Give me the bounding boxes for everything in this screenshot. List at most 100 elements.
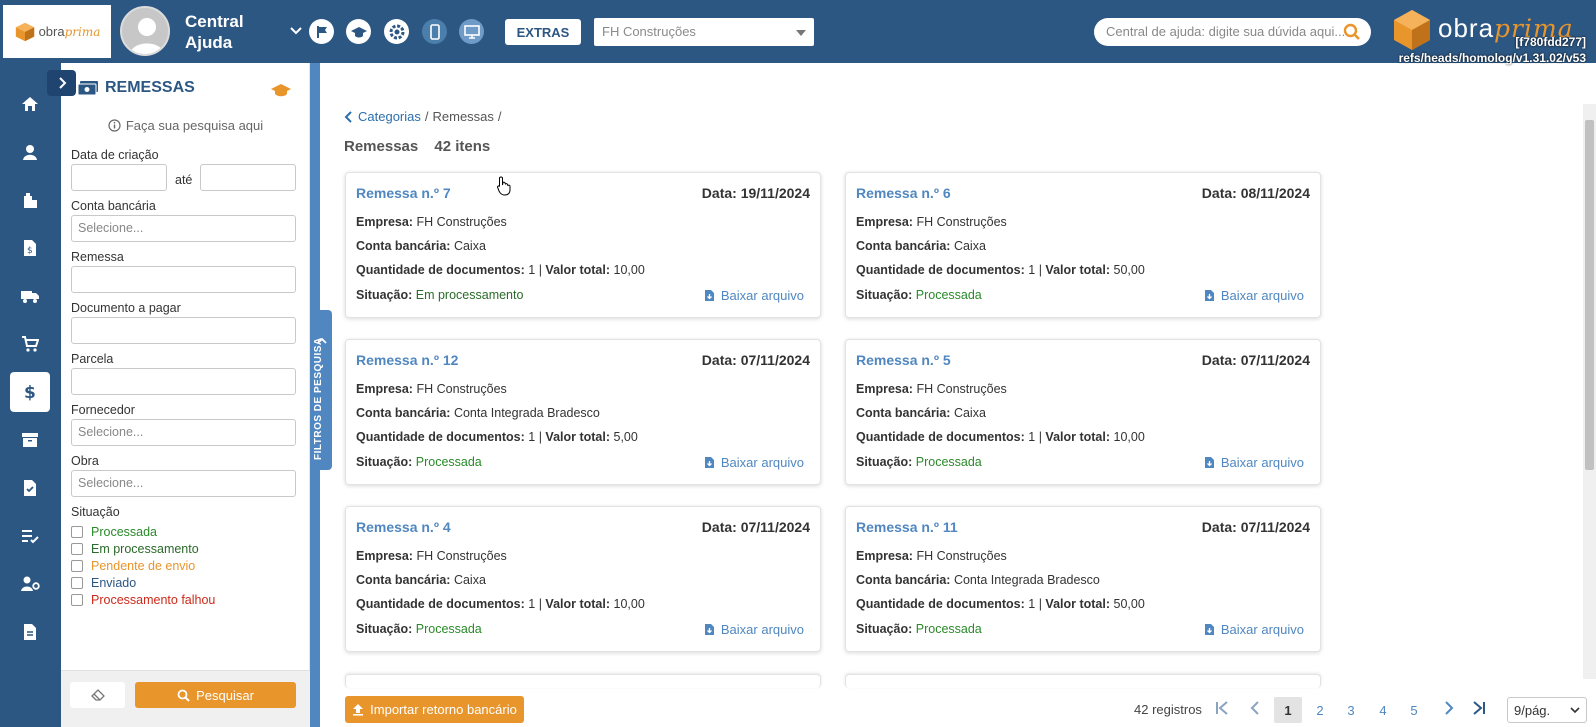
help-search-input[interactable]: Central de ajuda: digite sua dúvida aqui… bbox=[1094, 18, 1371, 46]
nav-home[interactable] bbox=[10, 84, 50, 124]
checkbox[interactable] bbox=[71, 577, 83, 589]
nav-approvals[interactable] bbox=[10, 468, 50, 508]
supplier-select[interactable]: Selecione... bbox=[71, 419, 296, 446]
training-button[interactable] bbox=[346, 19, 371, 44]
breadcrumb-categorias[interactable]: Categorias bbox=[358, 109, 421, 124]
chevron-down-icon[interactable] bbox=[289, 24, 303, 38]
remessa-title[interactable]: Remessa n.º 6 bbox=[856, 185, 951, 201]
page-4[interactable]: 4 bbox=[1369, 697, 1397, 723]
nav-archive[interactable] bbox=[10, 420, 50, 460]
situacao-label: Situação: bbox=[856, 288, 913, 302]
separator: | bbox=[538, 263, 542, 277]
status-checkbox-enviado[interactable]: Enviado bbox=[71, 576, 136, 590]
next-page-icon[interactable] bbox=[1443, 700, 1455, 716]
download-file-button[interactable]: Baixar arquivo bbox=[704, 288, 804, 303]
nav-financial[interactable]: $ bbox=[10, 372, 50, 412]
download-file-button[interactable]: Baixar arquivo bbox=[1204, 288, 1304, 303]
expand-nav-button[interactable] bbox=[47, 70, 76, 96]
per-page-select[interactable]: 9/pág. bbox=[1507, 697, 1587, 723]
download-file-button[interactable]: Baixar arquivo bbox=[704, 455, 804, 470]
empresa-value: FH Construções bbox=[416, 215, 507, 229]
search-icon[interactable] bbox=[1343, 23, 1361, 41]
obra-select[interactable]: Selecione... bbox=[71, 470, 296, 497]
remessa-card[interactable]: Remessa n.º 5 Data: 07/11/2024 Empresa: … bbox=[845, 339, 1321, 485]
remessa-card[interactable]: Remessa n.º 7 Data: 19/11/2024 Empresa: … bbox=[345, 172, 821, 318]
remessa-card[interactable] bbox=[345, 674, 821, 688]
avatar[interactable] bbox=[120, 6, 170, 56]
clear-filters-button[interactable] bbox=[70, 682, 125, 708]
desktop-button[interactable] bbox=[459, 19, 484, 44]
checkbox[interactable] bbox=[71, 594, 83, 606]
remessa-card[interactable]: Remessa n.º 12 Data: 07/11/2024 Empresa:… bbox=[345, 339, 821, 485]
situacao-label: Situação: bbox=[356, 288, 413, 302]
company-select[interactable]: FH Construções bbox=[594, 18, 814, 46]
checkbox[interactable] bbox=[71, 560, 83, 572]
app-logo[interactable]: obraprima bbox=[3, 5, 111, 58]
chevron-left-icon[interactable] bbox=[344, 110, 354, 123]
remessa-card[interactable]: Remessa n.º 11 Data: 07/11/2024 Empresa:… bbox=[845, 506, 1321, 652]
nav-reports[interactable] bbox=[10, 612, 50, 652]
status-badge: Processada bbox=[915, 622, 982, 636]
flag-button[interactable] bbox=[309, 19, 334, 44]
last-page-icon[interactable] bbox=[1470, 700, 1486, 716]
date-to-input[interactable] bbox=[200, 164, 296, 191]
page-5[interactable]: 5 bbox=[1400, 697, 1428, 723]
remessa-title[interactable]: Remessa n.º 5 bbox=[856, 352, 951, 368]
remessa-title[interactable]: Remessa n.º 11 bbox=[856, 519, 958, 535]
prev-page-icon[interactable] bbox=[1249, 700, 1261, 716]
extras-button[interactable]: EXTRAS bbox=[505, 19, 581, 45]
remessa-card[interactable] bbox=[845, 674, 1321, 688]
valor-value: 50,00 bbox=[1113, 597, 1145, 611]
mobile-button[interactable] bbox=[422, 19, 447, 44]
scrollbar-thumb[interactable] bbox=[1585, 120, 1594, 470]
document-input[interactable] bbox=[71, 317, 296, 344]
nav-team[interactable] bbox=[10, 564, 50, 604]
svg-text:$: $ bbox=[24, 383, 36, 402]
brand-logo: obraprima [f780fdd277] refs/heads/homolo… bbox=[1390, 8, 1590, 65]
quantidade-label: Quantidade de documentos: bbox=[356, 597, 525, 611]
search-button[interactable]: Pesquisar bbox=[135, 682, 296, 708]
page-2[interactable]: 2 bbox=[1306, 697, 1334, 723]
import-return-button[interactable]: Importar retorno bancário bbox=[345, 696, 524, 723]
remessa-input[interactable] bbox=[71, 266, 296, 293]
download-file-button[interactable]: Baixar arquivo bbox=[704, 622, 804, 637]
nav-tasks[interactable] bbox=[10, 516, 50, 556]
date-from-input[interactable] bbox=[71, 164, 167, 191]
account-select[interactable]: Selecione... bbox=[71, 215, 296, 242]
checkbox[interactable] bbox=[71, 526, 83, 538]
download-file-button[interactable]: Baixar arquivo bbox=[1204, 455, 1304, 470]
filter-collapse-tab[interactable]: FILTROS DE PESQUISA bbox=[310, 310, 332, 470]
graduation-cap-icon[interactable] bbox=[271, 82, 291, 98]
first-page-icon[interactable] bbox=[1215, 700, 1231, 716]
page-1[interactable]: 1 bbox=[1274, 697, 1302, 723]
status-checkbox-falhou[interactable]: Processamento falhou bbox=[71, 593, 215, 607]
nav-delivery[interactable] bbox=[10, 276, 50, 316]
status-checkbox-em-processamento[interactable]: Em processamento bbox=[71, 542, 199, 556]
remessa-title[interactable]: Remessa n.º 7 bbox=[356, 185, 451, 201]
nav-buildings[interactable] bbox=[10, 180, 50, 220]
content-scrollbar[interactable] bbox=[1583, 104, 1596, 679]
quantidade-label: Quantidade de documentos: bbox=[356, 263, 525, 277]
download-file-button[interactable]: Baixar arquivo bbox=[1204, 622, 1304, 637]
page-3[interactable]: 3 bbox=[1337, 697, 1365, 723]
page-title-text: Remessas bbox=[344, 138, 419, 155]
settings-button[interactable] bbox=[384, 19, 409, 44]
remessa-situacao: Situação: Processada bbox=[356, 455, 482, 469]
nav-users[interactable] bbox=[10, 132, 50, 172]
nav-invoices[interactable]: $ bbox=[10, 228, 50, 268]
checkbox[interactable] bbox=[71, 543, 83, 555]
status-checkbox-pendente[interactable]: Pendente de envio bbox=[71, 559, 195, 573]
nav-purchases[interactable] bbox=[10, 324, 50, 364]
valor-label: Valor total: bbox=[545, 263, 611, 277]
quantidade-label: Quantidade de documentos: bbox=[856, 430, 1025, 444]
remessa-card[interactable]: Remessa n.º 4 Data: 07/11/2024 Empresa: … bbox=[345, 506, 821, 652]
remessa-title[interactable]: Remessa n.º 4 bbox=[356, 519, 451, 535]
parcela-input[interactable] bbox=[71, 368, 296, 395]
file-download-icon bbox=[704, 290, 714, 301]
remessa-card[interactable]: Remessa n.º 6 Data: 08/11/2024 Empresa: … bbox=[845, 172, 1321, 318]
remessa-title[interactable]: Remessa n.º 12 bbox=[356, 352, 458, 368]
remessa-situacao: Situação: Processada bbox=[356, 622, 482, 636]
parcela-label: Parcela bbox=[71, 352, 114, 366]
separator: | bbox=[1038, 597, 1042, 611]
status-checkbox-processada[interactable]: Processada bbox=[71, 525, 157, 539]
